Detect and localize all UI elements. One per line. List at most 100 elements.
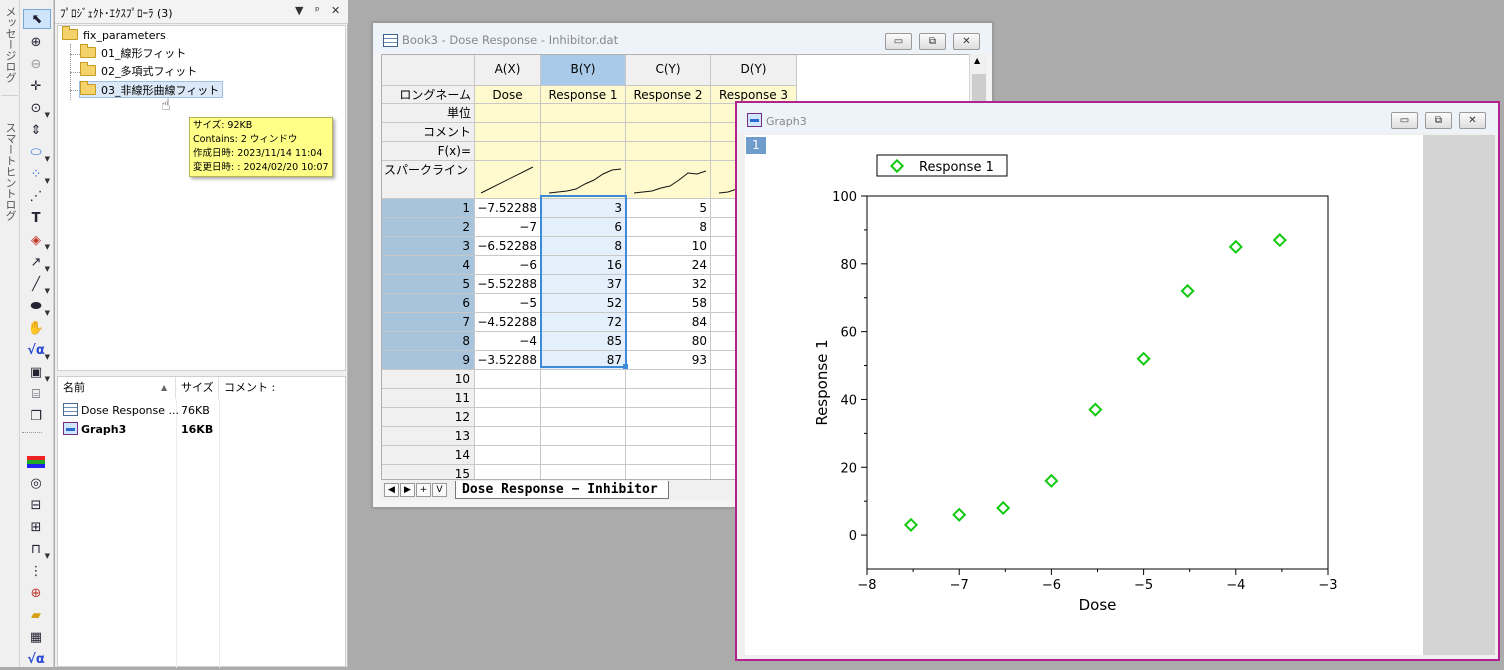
row-header[interactable]: 1 — [382, 199, 475, 218]
smart-hint-log-tab[interactable]: スマートヒントログ — [1, 118, 18, 228]
message-log-tab[interactable]: メッセージログ — [1, 2, 18, 96]
tab-dose-response-inhibitor[interactable]: Dose Response − Inhibitor — [455, 481, 669, 499]
row-header[interactable]: 12 — [382, 408, 475, 427]
scroll-thumb[interactable] — [972, 74, 986, 104]
data-cell[interactable]: 10 — [626, 237, 711, 256]
data-cell[interactable]: 85 — [541, 332, 626, 351]
formula-tool[interactable]: √α — [23, 650, 51, 670]
row-header[interactable]: 11 — [382, 389, 475, 408]
data-cell[interactable]: −7 — [475, 218, 541, 237]
formula-cell[interactable] — [475, 142, 541, 161]
corner-cell[interactable] — [382, 55, 475, 86]
comment-cell[interactable] — [475, 123, 541, 142]
graph-title-bar[interactable]: Graph3 ▭ ⧉ ✕ — [737, 103, 1498, 133]
data-cell[interactable]: 24 — [626, 256, 711, 275]
column-header-a[interactable]: A(X) — [475, 55, 541, 86]
long-name-cell[interactable]: Dose — [475, 86, 541, 104]
lock-tool[interactable]: ⊕ — [23, 584, 51, 604]
tab-next-button[interactable]: ▶ — [400, 483, 415, 497]
data-cell[interactable] — [541, 446, 626, 465]
color-bars-tool[interactable] — [23, 452, 51, 472]
add-sheet-button[interactable]: + — [416, 483, 431, 497]
layer-tool[interactable]: ❐ — [23, 407, 51, 427]
data-cell[interactable]: 52 — [541, 294, 626, 313]
close-button[interactable]: ✕ — [953, 33, 980, 50]
eraser-tool[interactable]: ◈ ▼ — [23, 231, 51, 251]
data-cell[interactable]: 93 — [626, 351, 711, 370]
data-cell[interactable]: −4 — [475, 332, 541, 351]
draw-data-tool[interactable]: ⋰ — [23, 187, 51, 207]
sparkline-cell[interactable] — [541, 161, 626, 199]
screen-reader-tool[interactable]: ✛ — [23, 77, 51, 97]
scatter-chart[interactable]: −8 −7 −6 −5 −4 −3 0 20 40 60 80 100 Dose Response 1 Re… — [745, 135, 1423, 655]
row-header[interactable]: 13 — [382, 427, 475, 446]
graph-window[interactable]: Graph3 ▭ ⧉ ✕ −8 −7 −6 −5 −4 −3 0 20 40 60 80 100 Dos… — [735, 101, 1500, 661]
data-selector-tool[interactable]: ⇕ — [23, 121, 51, 141]
column-header-b[interactable]: B(Y) — [541, 55, 626, 86]
list-item-graph[interactable]: Graph3 16KB — [58, 420, 347, 439]
column-header-c[interactable]: C(Y) — [626, 55, 711, 86]
restore-button[interactable]: ⧉ — [919, 33, 946, 50]
data-cell[interactable]: −3.52288 — [475, 351, 541, 370]
sparkline-cell[interactable] — [626, 161, 711, 199]
graph-page[interactable]: −8 −7 −6 −5 −4 −3 0 20 40 60 80 100 Dose Response 1 Re… — [745, 135, 1423, 655]
scroll-up-icon[interactable]: ▲ — [974, 56, 980, 65]
data-cell[interactable]: 8 — [541, 237, 626, 256]
data-cell[interactable]: 32 — [626, 275, 711, 294]
column-tool[interactable]: ⋮ — [23, 562, 51, 582]
pan-tool[interactable]: ✋ — [23, 319, 51, 339]
data-cell[interactable]: 72 — [541, 313, 626, 332]
data-cell[interactable]: 37 — [541, 275, 626, 294]
data-cell[interactable] — [541, 427, 626, 446]
selection-handle[interactable] — [623, 364, 628, 369]
long-name-cell[interactable]: Response 1 — [541, 86, 626, 104]
tree-folder-polynomial-fit[interactable]: 02_多項式フィット — [80, 62, 197, 80]
zoom-in-tool[interactable]: ⊕ — [23, 33, 51, 53]
row-header[interactable]: 2 — [382, 218, 475, 237]
tree-folder-nonlinear-fit[interactable]: 03_非線形曲線フィット — [79, 81, 224, 98]
workbook-title-bar[interactable]: Book3 - Dose Response - Inhibitor.dat ▭ … — [373, 23, 992, 53]
row-label-comments[interactable]: コメント — [382, 123, 475, 142]
data-cell[interactable]: −4.52288 — [475, 313, 541, 332]
row-label-sparkline[interactable]: スパークライン — [382, 161, 475, 199]
data-cell[interactable] — [541, 389, 626, 408]
close-button[interactable]: ✕ — [1459, 112, 1486, 129]
restore-button[interactable]: ⧉ — [1425, 112, 1452, 129]
data-cell[interactable]: 5 — [626, 199, 711, 218]
insert-table-tool[interactable]: ⌸ — [23, 385, 51, 405]
list-item-workbook[interactable]: Dose Response ... 76KB — [58, 401, 347, 420]
units-cell[interactable] — [475, 104, 541, 123]
line-tool[interactable]: ╱ ▼ — [23, 275, 51, 295]
grid-tool[interactable]: ▦ — [23, 628, 51, 648]
sparkline-cell[interactable] — [475, 161, 541, 199]
align-tool[interactable]: ⊟ — [23, 496, 51, 516]
region-tool[interactable]: ⬭ ▼ — [23, 143, 51, 163]
data-cell[interactable]: 84 — [626, 313, 711, 332]
data-cell[interactable]: 6 — [541, 218, 626, 237]
long-name-cell[interactable]: Response 2 — [626, 86, 711, 104]
row-label-formula[interactable]: F(x)= — [382, 142, 475, 161]
comment-cell[interactable] — [541, 123, 626, 142]
row-header[interactable]: 15 — [382, 465, 475, 479]
minimize-button[interactable]: ▭ — [885, 33, 912, 50]
row-label-long-name[interactable]: ロングネーム — [382, 86, 475, 104]
data-cell[interactable] — [475, 370, 541, 389]
data-cell[interactable]: −6 — [475, 256, 541, 275]
data-cell[interactable] — [475, 427, 541, 446]
row-label-units[interactable]: 単位 — [382, 104, 475, 123]
data-cell[interactable] — [475, 389, 541, 408]
text-tool[interactable]: T — [23, 209, 51, 229]
data-cell[interactable] — [541, 408, 626, 427]
data-reader-tool[interactable]: ⊙ ▼ — [23, 99, 51, 119]
data-cell[interactable] — [626, 427, 711, 446]
column-header-name[interactable]: 名前 ▲ — [58, 377, 176, 399]
data-cell[interactable] — [475, 465, 541, 479]
mask-tool[interactable]: ⁘ ▼ — [23, 165, 51, 185]
row-header[interactable]: 6 — [382, 294, 475, 313]
formula-cell[interactable] — [541, 142, 626, 161]
column-header-comment[interactable]: コメント : — [219, 377, 347, 399]
row-header[interactable]: 4 — [382, 256, 475, 275]
data-cell[interactable]: 87 — [541, 351, 626, 370]
layer-indicator[interactable]: 1 — [746, 137, 766, 154]
comment-cell[interactable] — [626, 123, 711, 142]
